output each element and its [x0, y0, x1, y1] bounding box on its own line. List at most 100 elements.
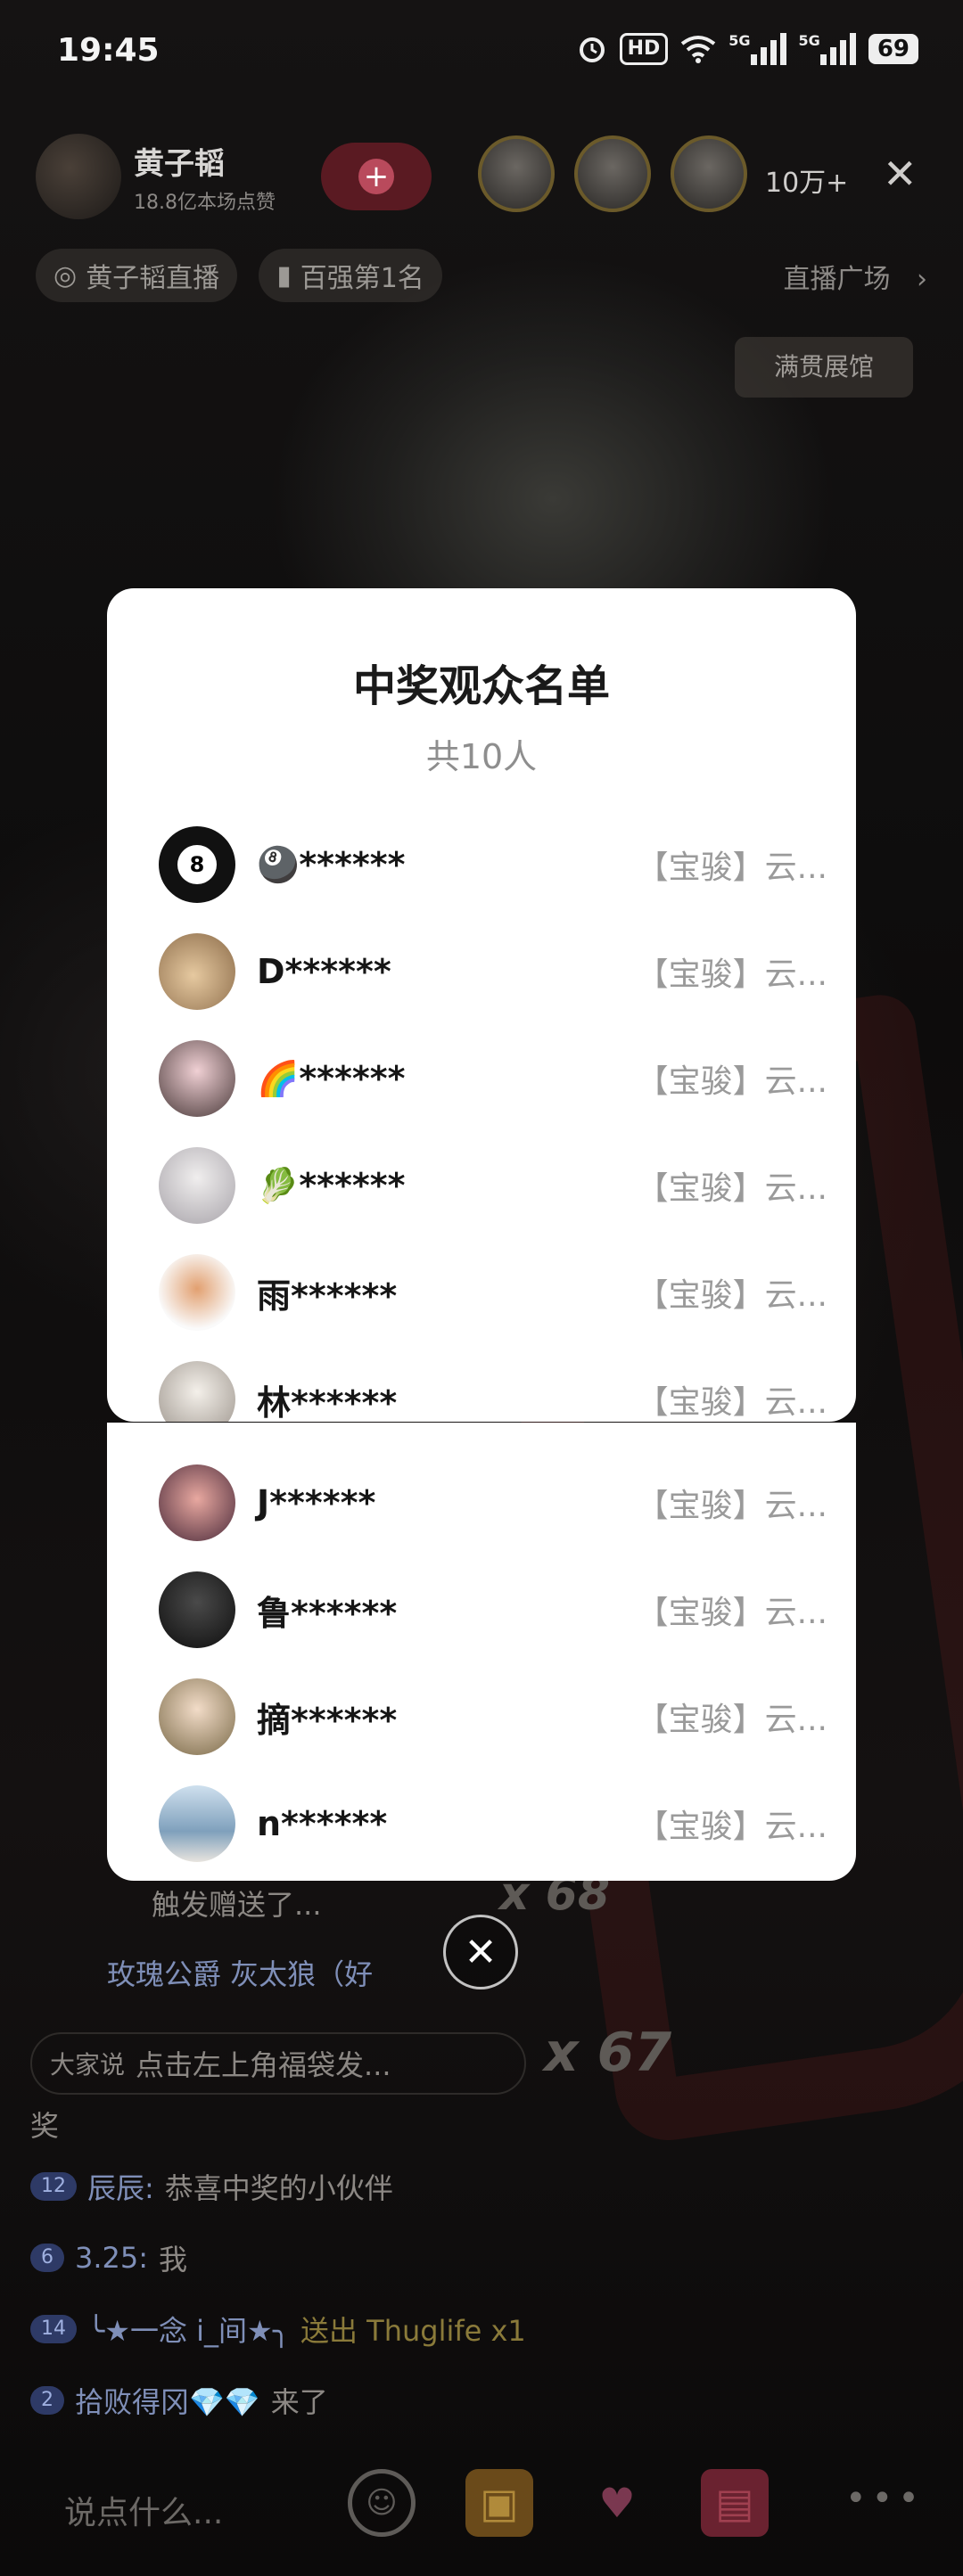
rank-tag-label: 百强第1名	[300, 263, 424, 294]
winner-prize: 【宝骏】云...	[636, 1063, 827, 1100]
chat-username: ╰★一念 i_间★╮	[87, 2314, 290, 2348]
live-plaza-label: 直播广场	[783, 264, 891, 295]
everyone-says-text: 点击左上角福袋发...	[136, 2048, 391, 2082]
winner-name: 鲁******	[257, 1593, 398, 1633]
close-icon[interactable]: ✕	[883, 153, 918, 194]
winner-name: 🥬******	[257, 1165, 406, 1205]
gift-icon[interactable]: ▤	[701, 2469, 769, 2537]
winner-name: 🎱******	[257, 844, 406, 884]
chevron-right-icon: ›	[917, 264, 927, 295]
host-name: 黄子韬	[134, 145, 225, 182]
network-type-label: 5G	[728, 32, 751, 49]
winner-row[interactable]: 林****** 【宝骏】云...	[159, 1359, 827, 1422]
winner-name: 林******	[257, 1382, 398, 1423]
winner-name: n******	[257, 1804, 388, 1843]
more-icon[interactable]: •••	[845, 2478, 925, 2519]
winner-avatar	[159, 1785, 235, 1862]
winner-prize: 【宝骏】云...	[636, 849, 827, 886]
signal-icon: 5G	[728, 32, 786, 66]
flame-icon: ◎	[54, 259, 78, 291]
winner-avatar: 8	[159, 826, 235, 903]
winner-prize: 【宝骏】云...	[636, 1277, 827, 1314]
bottom-actions: ☺ ▣ ♥ ▤	[348, 2469, 769, 2537]
channel-tag[interactable]: ◎ 黄子韬直播	[36, 249, 238, 302]
close-dialog-button[interactable]: ✕	[443, 1915, 518, 1989]
comment-input[interactable]: 说点什么...	[64, 2487, 223, 2533]
everyone-says-bar[interactable]: 大家说 点击左上角福袋发...	[30, 2032, 526, 2095]
chat-text: 恭喜中奖的小伙伴	[164, 2171, 393, 2205]
winner-name: J******	[257, 1483, 376, 1522]
alarm-icon	[577, 32, 607, 66]
winner-prize: 【宝骏】云...	[636, 1384, 827, 1421]
winner-row[interactable]: 8 🎱****** 【宝骏】云...	[159, 824, 827, 905]
winner-avatar	[159, 1464, 235, 1541]
winners-dialog-continued: J****** 【宝骏】云... 鲁****** 【宝骏】云... 摘*****…	[107, 1423, 856, 1881]
winner-row[interactable]: 雨****** 【宝骏】云...	[159, 1252, 827, 1333]
close-icon: ✕	[464, 1929, 498, 1975]
winner-prize: 【宝骏】云...	[636, 1595, 827, 1631]
tag-row: ◎ 黄子韬直播 ▮ 百强第1名	[36, 246, 442, 305]
exhibit-label: 满贯展馆	[773, 352, 874, 381]
winner-prize: 【宝骏】云...	[636, 1809, 827, 1845]
viewer-avatar[interactable]	[478, 135, 555, 212]
exhibit-button[interactable]: 满贯展馆	[735, 337, 913, 398]
winner-row[interactable]: 摘****** 【宝骏】云...	[159, 1677, 827, 1757]
chat-trigger-line: 触发赠送了...	[152, 1888, 322, 1922]
chat-text: 我	[159, 2243, 188, 2277]
winner-row[interactable]: n****** 【宝骏】云...	[159, 1784, 827, 1864]
winner-prize: 【宝骏】云...	[636, 1702, 827, 1738]
level-badge: 2	[30, 2386, 64, 2415]
chat-message[interactable]: 12 辰辰: 恭喜中奖的小伙伴	[30, 2161, 393, 2212]
hd-icon: HD	[619, 33, 669, 65]
gift-box-icon[interactable]: ▣	[465, 2469, 533, 2537]
winner-row[interactable]: 🌈****** 【宝骏】云...	[159, 1038, 827, 1119]
battery-indicator: 69	[868, 34, 918, 64]
heart-icon[interactable]: ♥	[583, 2469, 651, 2537]
viewer-avatar[interactable]	[574, 135, 651, 212]
winner-row[interactable]: J****** 【宝骏】云...	[159, 1463, 827, 1543]
winner-prize: 【宝骏】云...	[636, 1488, 827, 1524]
follow-button[interactable]: +	[321, 143, 432, 210]
signal-icon-2: 5G	[799, 32, 856, 66]
bar-chart-icon: ▮	[276, 259, 292, 291]
winner-row[interactable]: 🥬****** 【宝骏】云...	[159, 1145, 827, 1226]
winner-name: D******	[257, 952, 391, 991]
network-type-label-2: 5G	[798, 32, 820, 49]
everyone-says-label: 大家说	[50, 2050, 126, 2080]
winner-row[interactable]: 鲁****** 【宝骏】云...	[159, 1570, 827, 1650]
chat-message[interactable]: 6 3.25: 我	[30, 2232, 187, 2284]
winners-dialog: 中奖观众名单 共10人 8 🎱****** 【宝骏】云... D****** 【…	[107, 588, 856, 1422]
rank-tag[interactable]: ▮ 百强第1名	[259, 249, 442, 302]
chat-username: 3.25:	[75, 2241, 149, 2275]
host-avatar[interactable]	[36, 134, 121, 219]
chat-message[interactable]: 2 拾败得冈💎💎 来了	[30, 2375, 328, 2426]
status-icons: HD 5G 5G 69	[577, 32, 918, 66]
winner-avatar	[159, 1040, 235, 1117]
winner-row[interactable]: D****** 【宝骏】云...	[159, 931, 827, 1012]
dialog-subtitle: 共10人	[425, 737, 538, 776]
viewer-avatar[interactable]	[671, 135, 747, 212]
winner-name: 🌈******	[257, 1058, 406, 1098]
dialog-title: 中奖观众名单	[352, 661, 610, 711]
winner-prize: 【宝骏】云...	[636, 956, 827, 993]
level-badge: 14	[30, 2315, 77, 2343]
live-plaza-link[interactable]: 直播广场 ›	[783, 257, 927, 296]
emoji-icon[interactable]: ☺	[348, 2469, 416, 2537]
chat-text: 送出 Thuglife x1	[300, 2314, 526, 2348]
winner-avatar	[159, 1678, 235, 1755]
wifi-icon	[680, 32, 716, 66]
status-bar: 19:45 HD 5G 5G 69	[0, 0, 963, 98]
chat-message[interactable]: 14 ╰★一念 i_间★╮ 送出 Thuglife x1	[30, 2303, 526, 2355]
winner-avatar	[159, 1571, 235, 1648]
channel-tag-label: 黄子韬直播	[86, 263, 220, 294]
chat-prize-word: 奖	[30, 2109, 60, 2143]
top-viewers[interactable]	[478, 135, 747, 212]
winner-avatar	[159, 1361, 235, 1422]
chat-username: 拾败得冈💎💎	[75, 2385, 260, 2419]
level-badge: 6	[30, 2244, 64, 2272]
chat-username: 辰辰:	[87, 2171, 154, 2205]
host-info[interactable]: 黄子韬 18.8亿本场点赞	[36, 134, 276, 219]
winner-prize: 【宝骏】云...	[636, 1170, 827, 1207]
viewer-count[interactable]: 10万+	[765, 160, 848, 200]
winner-avatar	[159, 1254, 235, 1331]
